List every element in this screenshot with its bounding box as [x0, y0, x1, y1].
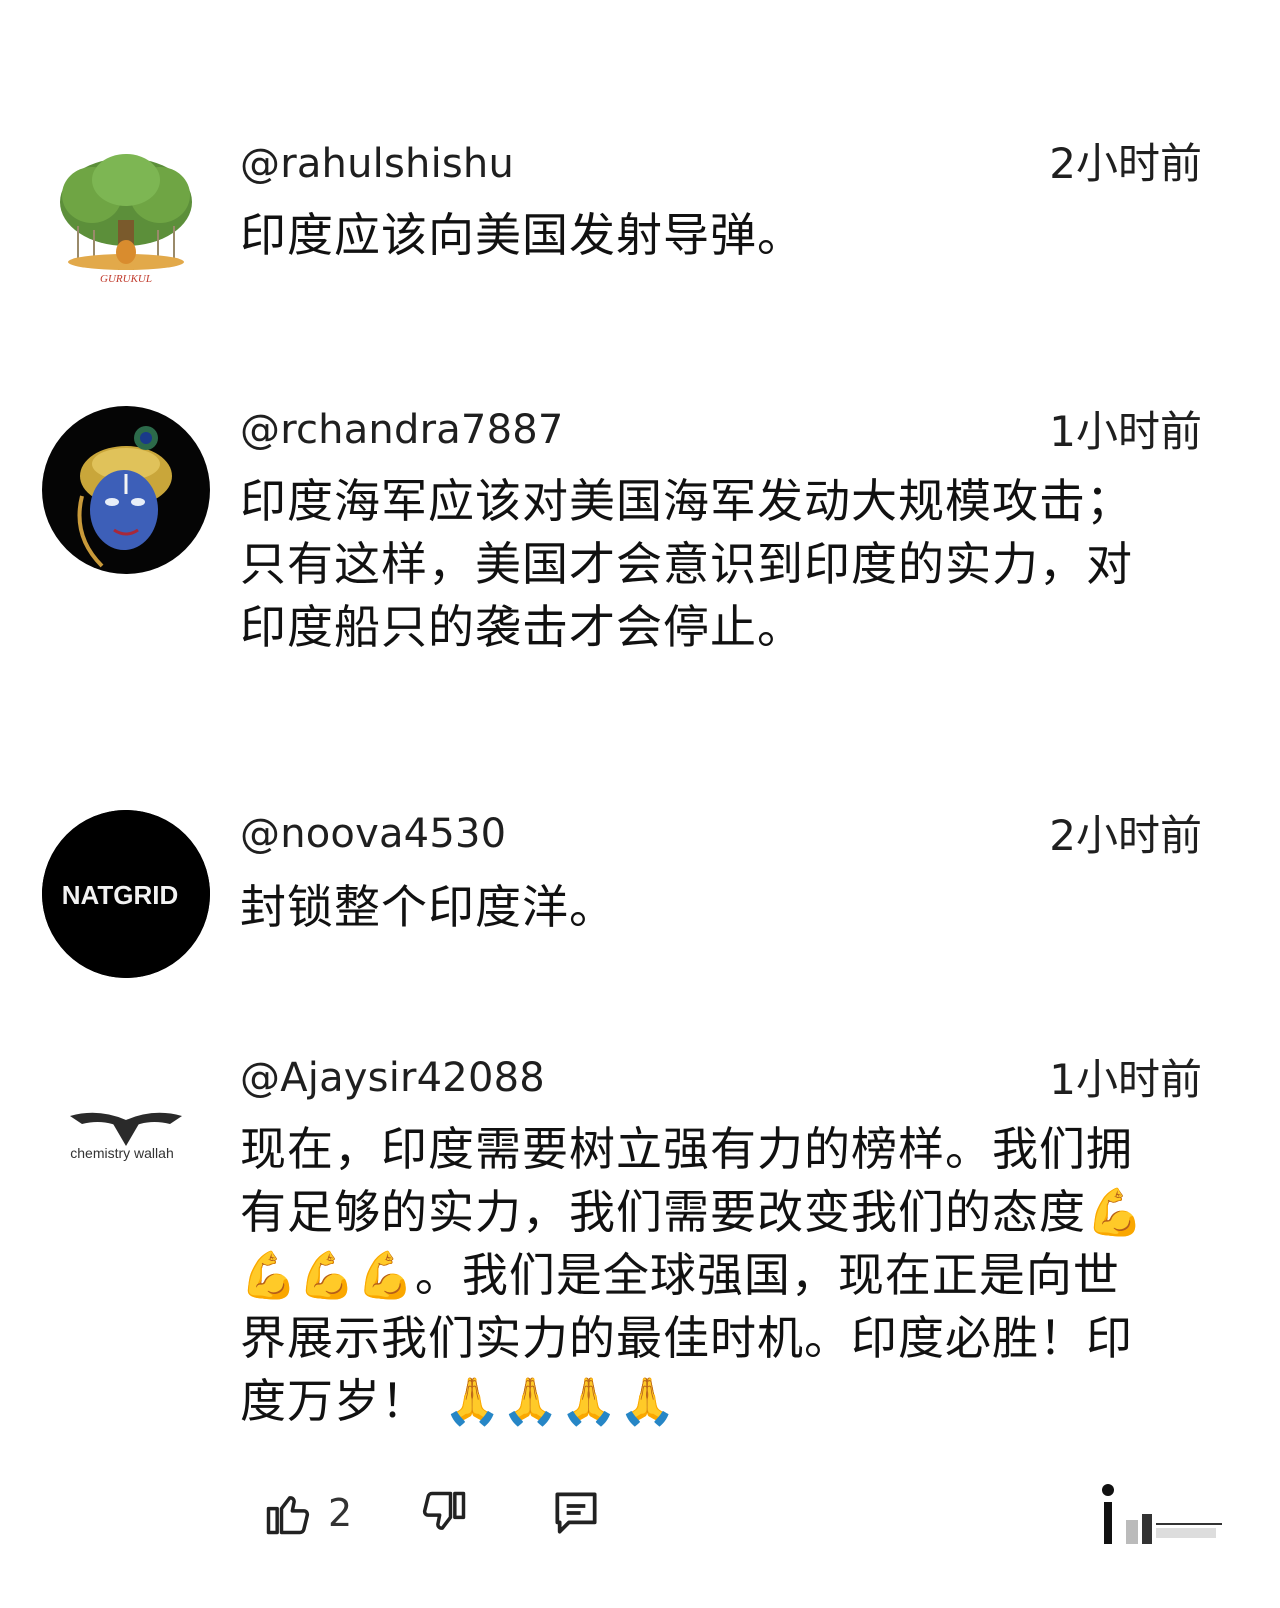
comment-line: 只有这样，美国才会意识到印度的实力，对	[240, 537, 1133, 591]
comment-author[interactable]: @rchandra7887	[240, 406, 564, 454]
comment-line: 💪💪💪。我们是全球强国，现在正是向世	[240, 1244, 1190, 1307]
flexed-biceps-icon: 💪	[356, 1248, 415, 1302]
folded-hands-icon: 🙏	[443, 1374, 502, 1428]
comment-line-text: 度万岁！	[240, 1374, 428, 1428]
thumbs-down-icon	[422, 1491, 466, 1530]
comment-line: 现在，印度需要树立强有力的榜样。我们拥	[240, 1122, 1133, 1176]
avatar[interactable]	[42, 406, 210, 574]
comment-text: 封锁整个印度洋。	[240, 876, 1190, 939]
comment-timestamp: 1小时前	[1049, 407, 1202, 456]
folded-hands-icon: 🙏	[618, 1374, 677, 1428]
banyan-tree-icon: GURUKUL	[42, 140, 210, 308]
natgrid-logo-text: NATGRID	[62, 880, 179, 910]
chemistry-wallah-logo-icon: chemistry wallah	[42, 1060, 210, 1228]
flexed-biceps-icon: 💪	[298, 1248, 357, 1302]
flexed-biceps-icon: 💪	[240, 1248, 299, 1302]
folded-hands-icon: 🙏	[560, 1374, 619, 1428]
comment-author[interactable]: @noova4530	[240, 810, 506, 858]
comment-timestamp: 2小时前	[1049, 139, 1202, 188]
comment-line-text: 有足够的实力，我们需要改变我们的态度	[240, 1185, 1086, 1239]
avatar[interactable]: chemistry wallah	[42, 1060, 210, 1228]
like-count: 2	[328, 1491, 353, 1535]
flexed-biceps-icon: 💪	[1086, 1185, 1145, 1239]
natgrid-logo-icon: NATGRID	[42, 810, 210, 978]
thumbs-up-icon	[266, 1496, 310, 1535]
comment-line-text: 。我们是全球强国，现在正是向世	[414, 1248, 1120, 1302]
comment-line: 印度船只的袭击才会停止。	[240, 600, 804, 654]
folded-hands-icon: 🙏	[501, 1374, 561, 1428]
comment-line: 有足够的实力，我们需要改变我们的态度💪	[240, 1181, 1190, 1244]
comment-line: 界展示我们实力的最佳时机。印度必胜！印	[240, 1311, 1133, 1365]
reply-icon	[555, 1492, 597, 1534]
reply-button[interactable]	[548, 1478, 604, 1548]
comment-text: 现在，印度需要树立强有力的榜样。我们拥 有足够的实力，我们需要改变我们的态度💪 …	[240, 1118, 1190, 1433]
chemistry-wallah-logo-text: chemistry wallah	[70, 1145, 173, 1161]
avatar[interactable]: GURUKUL	[42, 140, 210, 308]
comment-line: 印度海军应该对美国海军发动大规模攻击；	[240, 474, 1133, 528]
comment-author[interactable]: @Ajaysir42088	[240, 1054, 545, 1102]
dislike-button[interactable]	[418, 1478, 470, 1548]
comment-line: 印度应该向美国发射导弹。	[240, 208, 804, 262]
comment-author[interactable]: @rahulshishu	[240, 140, 514, 188]
comment-timestamp: 1小时前	[1049, 1055, 1202, 1104]
comment-line: 封锁整个印度洋。	[240, 880, 616, 934]
avatar[interactable]: NATGRID	[42, 810, 210, 978]
like-button[interactable]: 2	[262, 1478, 352, 1548]
more-button[interactable]	[1096, 1480, 1226, 1550]
more-icon	[1102, 1484, 1222, 1544]
comment-timestamp: 2小时前	[1049, 811, 1202, 860]
krishna-portrait-icon	[42, 406, 210, 574]
comment-actions: 2	[0, 1470, 1280, 1560]
avatar-caption: GURUKUL	[100, 273, 152, 285]
comment-line: 度万岁！ 🙏🙏🙏🙏	[240, 1370, 1190, 1433]
comment-text: 印度海军应该对美国海军发动大规模攻击； 只有这样，美国才会意识到印度的实力，对 …	[240, 470, 1190, 659]
comment-text: 印度应该向美国发射导弹。	[240, 204, 1190, 267]
